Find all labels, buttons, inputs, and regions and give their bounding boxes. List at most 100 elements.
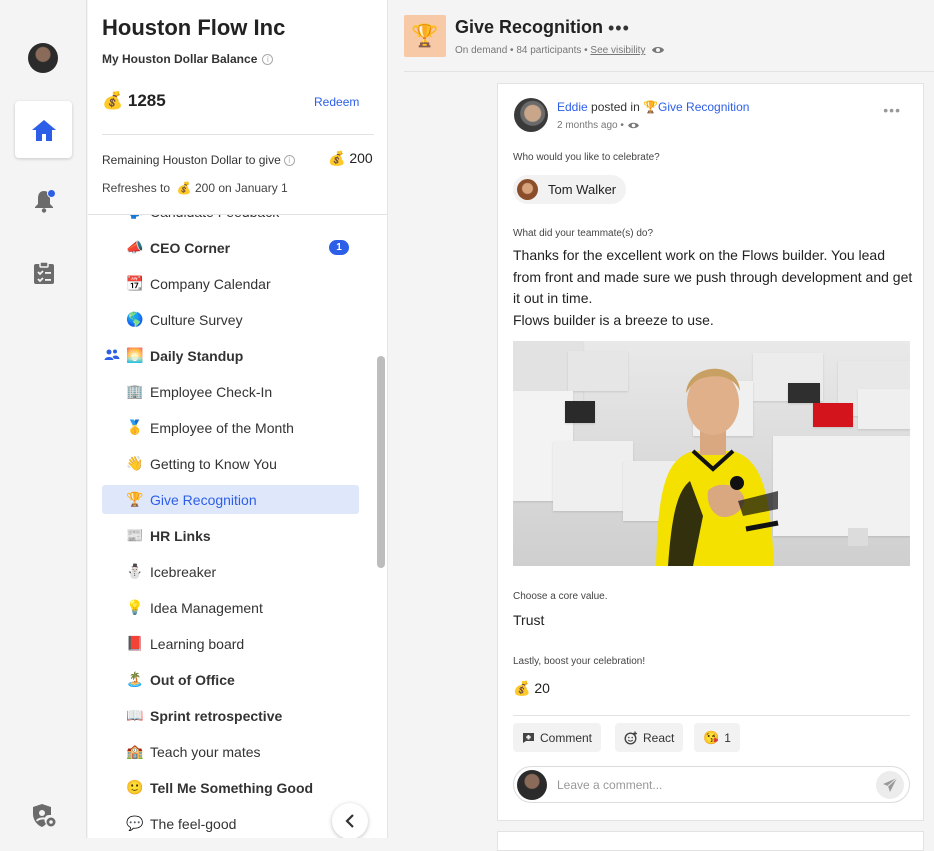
info-icon[interactable]: i (283, 155, 295, 167)
remaining-amount: 💰 200 (328, 150, 373, 166)
remaining-label: Remaining Houston Dollar to give i (102, 153, 295, 167)
channel-emoji-icon: 👋 (126, 455, 144, 471)
divider (404, 71, 934, 72)
post-time: 2 months ago • (557, 120, 640, 131)
channel-item[interactable]: 🏫 Teach your mates (102, 737, 359, 766)
people-icon (104, 349, 120, 360)
collapse-sidebar-button[interactable] (332, 803, 368, 838)
channel-item[interactable]: 📕 Learning board (102, 629, 359, 658)
channel-name: Out of Office (150, 671, 235, 688)
balance-label: My Houston Dollar Balance i (102, 52, 274, 66)
celebration-gif[interactable] (513, 341, 910, 566)
remaining-label-text: Remaining Houston Dollar to give (102, 153, 281, 167)
channel-item[interactable]: 🌅 Daily Standup (102, 341, 359, 370)
channel-item[interactable]: 🏝️ Out of Office (102, 665, 359, 694)
post-body: Thanks for the excellent work on the Flo… (513, 245, 913, 331)
question-celebrate: Who would you like to celebrate? (513, 152, 660, 163)
channel-link[interactable]: 🏆Give Recognition (643, 100, 749, 114)
comment-button[interactable]: Comment (513, 723, 602, 752)
notifications-button[interactable] (30, 187, 58, 215)
react-button[interactable]: React (615, 723, 684, 752)
boost-amount: 💰 20 (513, 680, 550, 696)
channel-name: HR Links (150, 527, 211, 544)
channel-emoji-icon: 🌎 (126, 311, 144, 327)
channel-item[interactable]: 🙂 Tell Me Something Good (102, 773, 359, 802)
reaction-count: 1 (724, 730, 731, 745)
channel-item[interactable]: 🗣️ Candidate Feedback (102, 215, 359, 226)
balance-label-text: My Houston Dollar Balance (102, 52, 258, 66)
channel-item[interactable]: 🏆 Give Recognition (102, 485, 359, 514)
reaction-chip[interactable]: 😘 1 (694, 723, 740, 752)
admin-settings-button[interactable] (30, 802, 58, 830)
channel-item[interactable]: 📣 CEO Corner 1 (102, 233, 359, 262)
current-user-avatar (517, 769, 547, 800)
channel-name: Icebreaker (150, 563, 217, 580)
player-figure (656, 368, 779, 566)
recipient-avatar (517, 179, 538, 200)
comment-placeholder: Leave a comment... (557, 777, 663, 792)
recipient-chip[interactable]: Tom Walker (513, 175, 626, 204)
post-more-button[interactable]: ••• (883, 102, 901, 118)
channel-name: Getting to Know You (150, 455, 277, 472)
channel-list: 🗣️ Candidate Feedback 📣 CEO Corner 1 📆 Company… (102, 215, 362, 838)
channel-item[interactable]: 🌎 Culture Survey (102, 305, 359, 334)
comment-input[interactable]: Leave a comment... (513, 766, 910, 803)
user-avatar[interactable] (28, 43, 58, 73)
channel-name: Employee Check-In (150, 383, 273, 400)
core-value: Trust (513, 612, 545, 628)
channel-item[interactable]: ⛄ Icebreaker (102, 557, 359, 586)
channel-item[interactable]: 🥇 Employee of the Month (102, 413, 359, 442)
channel-item[interactable]: 📆 Company Calendar (102, 269, 359, 298)
channel-item[interactable]: 📖 Sprint retrospective (102, 701, 359, 730)
channel-emoji-icon: 🏆 (126, 491, 144, 507)
channel-emoji-icon: 📰 (126, 527, 144, 543)
channel-emoji-icon: ⛄ (126, 563, 144, 579)
left-rail (0, 0, 87, 838)
sidebar-scrollbar[interactable] (377, 356, 385, 568)
post-body-line: Thanks for the excellent work on the Flo… (513, 247, 913, 306)
divider (102, 134, 374, 135)
channel-meta: On demand • 84 participants • See visibi… (455, 45, 665, 56)
redeem-link[interactable]: Redeem (314, 95, 359, 109)
divider (513, 715, 910, 716)
channel-name: Company Calendar (150, 275, 271, 292)
author-name[interactable]: Eddie (557, 100, 588, 114)
channel-emoji-icon: 📆 (126, 275, 144, 291)
channel-name: Daily Standup (150, 347, 244, 364)
channel-emoji-icon: 🥇 (126, 419, 144, 435)
channel-emoji-icon: 📕 (126, 635, 144, 651)
channel-emoji-icon: 🏝️ (126, 671, 144, 687)
clipboard-check-icon (34, 261, 54, 284)
recipient-name: Tom Walker (548, 182, 617, 197)
question-core-value: Choose a core value. (513, 591, 608, 602)
info-icon[interactable]: i (262, 54, 274, 66)
comment-icon (523, 732, 534, 743)
channel-emoji-icon: 🗣️ (124, 215, 146, 220)
channel-emoji-icon: 📖 (126, 707, 144, 723)
channel-name: Learning board (150, 635, 245, 652)
channel-item[interactable]: 👋 Getting to Know You (102, 449, 359, 478)
see-visibility-link[interactable]: See visibility (590, 45, 645, 56)
post-card: Eddie posted in 🏆Give Recognition 2 mont… (497, 83, 924, 821)
eye-icon (652, 47, 665, 54)
page-title: Give Recognition (455, 17, 604, 37)
tasks-button[interactable] (30, 259, 58, 287)
author-avatar[interactable] (514, 98, 548, 132)
home-button[interactable] (15, 101, 72, 158)
user-shield-gear-icon (33, 804, 56, 827)
more-options-button[interactable]: ••• (608, 18, 630, 39)
send-button[interactable] (876, 771, 904, 799)
channel-emoji-icon: 🏫 (126, 743, 144, 759)
channel-emoji-icon: 🙂 (126, 779, 144, 795)
home-icon (31, 119, 56, 141)
channel-name: Idea Management (150, 599, 263, 616)
channel-item[interactable]: 💬 The feel-good (102, 809, 359, 838)
channel-name: CEO Corner (150, 239, 231, 256)
channel-emoji-icon: 📣 (126, 239, 144, 255)
balance-amount: 💰 1285 (102, 91, 166, 110)
channel-item[interactable]: 🏢 Employee Check-In (102, 377, 359, 406)
channel-item[interactable]: 💡 Idea Management (102, 593, 359, 622)
channel-name: Employee of the Month (150, 419, 294, 436)
channel-item[interactable]: 📰 HR Links (102, 521, 359, 550)
add-reaction-icon (624, 731, 637, 745)
